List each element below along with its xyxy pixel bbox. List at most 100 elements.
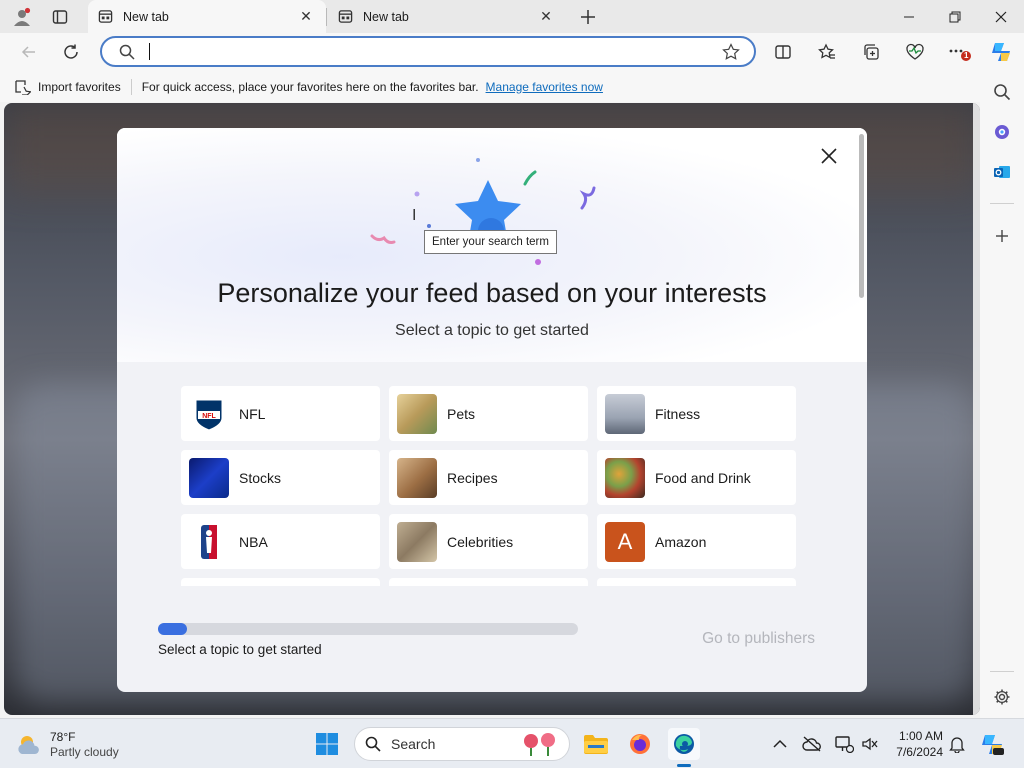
favorites-button[interactable] [812, 37, 842, 67]
tab-new-tab-2[interactable]: New tab ✕ [328, 0, 566, 33]
text-caret [149, 43, 150, 60]
restore-icon [949, 11, 961, 22]
address-bar[interactable] [100, 36, 756, 67]
favorites-bar-message: For quick access, place your favorites h… [141, 79, 479, 94]
topic-card-amazon[interactable]: A Amazon [597, 514, 796, 569]
sidebar-outlook-button[interactable] [988, 158, 1016, 186]
topic-card-nba[interactable]: NBA [181, 514, 380, 569]
import-favorites-button[interactable]: Import favorites [14, 79, 121, 95]
close-icon[interactable]: ✕ [296, 8, 316, 25]
nfl-logo-icon: NFL [189, 393, 229, 434]
fitness-photo-icon [605, 393, 645, 434]
split-screen-button[interactable] [768, 37, 798, 67]
topic-card[interactable] [181, 578, 380, 586]
taskbar-search[interactable]: Search [354, 727, 570, 761]
dialog-scrollbar[interactable] [859, 134, 864, 298]
settings-and-more-button[interactable]: 1 [944, 37, 974, 67]
topic-card-nfl[interactable]: NFL NFL [181, 386, 380, 441]
favorites-bar: Import favorites For quick access, place… [0, 71, 980, 102]
new-tab-page-icon [98, 10, 113, 23]
favorites-icon [818, 43, 835, 59]
refresh-button[interactable] [56, 37, 86, 67]
tab-strip: New tab ✕ New tab ✕ [0, 0, 1024, 33]
topic-card-stocks[interactable]: Stocks [181, 450, 380, 505]
onedrive-button[interactable] [798, 728, 826, 760]
collections-button[interactable] [856, 37, 886, 67]
tab-label: New tab [363, 9, 409, 24]
copilot-icon [982, 735, 1004, 755]
plus-icon [996, 230, 1008, 242]
topic-card[interactable] [597, 578, 796, 586]
go-to-publishers-button[interactable]: Go to publishers [702, 630, 815, 648]
firefox-button[interactable] [624, 728, 656, 760]
close-icon[interactable]: ✕ [536, 8, 556, 25]
sidebar-divider [990, 671, 1014, 672]
text-cursor-icon: I [412, 207, 417, 224]
topic-card-celebrities[interactable]: Celebrities [389, 514, 588, 569]
back-button[interactable] [14, 37, 44, 67]
flowers-highlight-icon [524, 733, 555, 756]
system-clock[interactable]: 1:00 AM 7/6/2024 [883, 728, 943, 760]
topic-card-food-and-drink[interactable]: Food and Drink [597, 450, 796, 505]
sidebar-add-button[interactable] [988, 222, 1016, 250]
notification-badge: 1 [964, 51, 969, 60]
notifications-button[interactable] [944, 728, 970, 760]
copilot-button[interactable] [986, 37, 1016, 67]
topic-label: Celebrities [447, 533, 514, 550]
weather-widget[interactable]: 78°F Partly cloudy [16, 730, 119, 760]
new-tab-page-icon [338, 10, 353, 23]
tab-new-tab-1[interactable]: New tab ✕ [88, 0, 326, 33]
clock-date: 7/6/2024 [896, 745, 943, 759]
pets-photo-icon [397, 393, 437, 434]
collections-icon [864, 44, 879, 60]
start-button[interactable] [311, 728, 343, 760]
favorite-star-icon[interactable] [722, 43, 740, 61]
vertical-tabs-icon [52, 10, 68, 24]
recipes-photo-icon [397, 457, 437, 498]
sidebar-settings-button[interactable] [988, 683, 1016, 711]
dialog-title: Personalize your feed based on your inte… [217, 278, 767, 308]
edge-taskbar-button[interactable] [668, 728, 700, 760]
restore-button[interactable] [932, 0, 978, 33]
nba-logo-icon [189, 521, 229, 562]
new-tab-button[interactable] [572, 4, 604, 30]
file-explorer-button[interactable] [580, 728, 612, 760]
heart-pulse-icon [906, 43, 924, 60]
sidebar-search-button[interactable] [988, 78, 1016, 106]
plus-icon [581, 10, 595, 24]
copilot-app-icon [995, 125, 1009, 139]
browser-essentials-button[interactable] [900, 37, 930, 67]
celebrities-photo-icon [397, 521, 437, 562]
manage-favorites-link[interactable]: Manage favorites now [486, 80, 603, 94]
amazon-letter-icon: A [605, 521, 645, 562]
copilot-taskbar-button[interactable] [976, 728, 1008, 760]
tab-divider [326, 8, 327, 26]
page-scrollbar[interactable] [973, 103, 980, 715]
show-hidden-icons-button[interactable] [766, 728, 794, 760]
network-button[interactable] [830, 728, 858, 760]
profile-button[interactable] [6, 4, 38, 30]
topic-grid: NFL NFL Pets Fitness Stocks Recipes Food… [181, 386, 801, 586]
partly-cloudy-icon [18, 736, 39, 754]
import-icon [15, 79, 31, 95]
sidebar-divider [990, 203, 1014, 204]
sidebar-copilot-button[interactable] [988, 118, 1016, 146]
close-window-button[interactable] [978, 0, 1024, 33]
topic-card[interactable] [389, 578, 588, 586]
cloud-off-icon [802, 736, 821, 752]
topic-card-fitness[interactable]: Fitness [597, 386, 796, 441]
chevron-up-icon [773, 739, 787, 748]
mute-icon [862, 737, 878, 751]
close-dialog-button[interactable] [815, 142, 843, 170]
minimize-icon [904, 16, 914, 17]
tab-actions-button[interactable] [44, 4, 76, 30]
topic-card-recipes[interactable]: Recipes [389, 450, 588, 505]
food-photo-icon [605, 457, 645, 498]
outlook-icon [994, 166, 1010, 178]
minimize-button[interactable] [886, 0, 932, 33]
divider [130, 78, 132, 95]
volume-button[interactable] [856, 728, 884, 760]
address-input[interactable] [146, 43, 706, 61]
topic-card-pets[interactable]: Pets [389, 386, 588, 441]
topic-label: Stocks [239, 469, 282, 486]
